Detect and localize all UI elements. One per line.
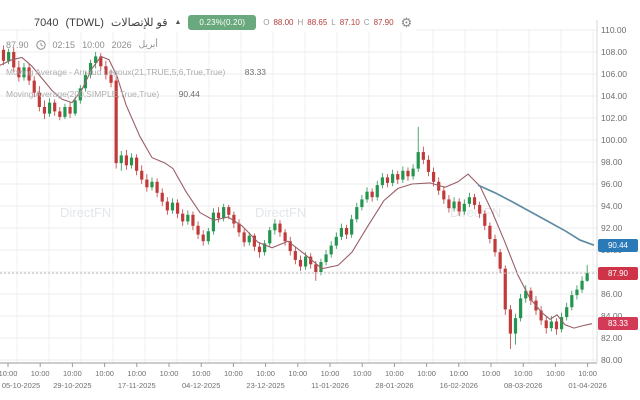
price-status-row: 87.90 02:15 10:00 2026 أبريل bbox=[6, 39, 158, 50]
svg-text:10:00: 10:00 bbox=[95, 369, 114, 378]
svg-text:82.00: 82.00 bbox=[601, 333, 623, 343]
svg-text:94.00: 94.00 bbox=[601, 201, 623, 211]
indicator-legend-alma[interactable]: Moving Average - Arnaud Legoux(21,TRUE,5… bbox=[6, 67, 266, 77]
svg-text:23-12-2025: 23-12-2025 bbox=[246, 381, 284, 390]
ohlc-readout: O 88.00 H 88.65 L 87.10 C 87.90 bbox=[263, 18, 393, 27]
svg-text:11-01-2026: 11-01-2026 bbox=[311, 381, 349, 390]
svg-text:10:00: 10:00 bbox=[224, 369, 243, 378]
candlestick-chart[interactable]: DirectFNDirectFNDirectFN80.0082.0084.008… bbox=[0, 0, 640, 400]
settings-gear-icon[interactable]: ⚙ bbox=[401, 16, 413, 29]
svg-text:04-12-2025: 04-12-2025 bbox=[182, 381, 220, 390]
chart-header: 7040 (TDWL) قو للإتصالات ▲ 0.23%(0.20) O… bbox=[34, 13, 416, 32]
indicator-legend-sma200[interactable]: Moving Average(200,SIMPLE,True,True) 90.… bbox=[6, 89, 200, 99]
high-value: 88.65 bbox=[307, 18, 327, 27]
gridlines bbox=[0, 30, 597, 363]
close-label: C bbox=[364, 18, 370, 27]
bar-month-arabic: أبريل bbox=[139, 39, 158, 50]
svg-text:08-03-2026: 08-03-2026 bbox=[504, 381, 542, 390]
svg-text:10:00: 10:00 bbox=[288, 369, 307, 378]
svg-text:10:00: 10:00 bbox=[449, 369, 468, 378]
symbol-code: 7040 bbox=[34, 17, 58, 29]
open-label: O bbox=[263, 18, 269, 27]
svg-text:05-10-2025: 05-10-2025 bbox=[2, 381, 40, 390]
indicator-value: 90.44 bbox=[179, 89, 200, 99]
svg-text:10:00: 10:00 bbox=[482, 369, 501, 378]
svg-text:10:00: 10:00 bbox=[63, 369, 82, 378]
exchange-code: (TDWL) bbox=[65, 17, 104, 29]
low-value: 87.10 bbox=[340, 18, 360, 27]
high-label: H bbox=[297, 18, 303, 27]
bar-year: 2026 bbox=[112, 40, 132, 50]
y-axis-labels[interactable]: 80.0082.0084.0086.0088.0090.0092.0094.00… bbox=[601, 25, 627, 365]
svg-text:96.00: 96.00 bbox=[601, 179, 623, 189]
svg-text:10:00: 10:00 bbox=[353, 369, 372, 378]
axis-badge-last-price: 87.90 bbox=[598, 267, 638, 280]
svg-text:10:00: 10:00 bbox=[321, 369, 340, 378]
svg-text:10:00: 10:00 bbox=[578, 369, 597, 378]
svg-text:10:00: 10:00 bbox=[417, 369, 436, 378]
indicator-label: Moving Average - Arnaud Legoux(21,TRUE,5… bbox=[6, 67, 225, 77]
svg-text:16-02-2026: 16-02-2026 bbox=[440, 381, 478, 390]
svg-text:86.00: 86.00 bbox=[601, 289, 623, 299]
svg-text:102.00: 102.00 bbox=[601, 113, 627, 123]
svg-text:106.00: 106.00 bbox=[601, 69, 627, 79]
svg-text:98.00: 98.00 bbox=[601, 157, 623, 167]
company-name-arabic: قو للإتصالات bbox=[111, 16, 168, 29]
svg-text:10:00: 10:00 bbox=[160, 369, 179, 378]
svg-text:110.00: 110.00 bbox=[601, 25, 627, 35]
svg-text:17-11-2025: 17-11-2025 bbox=[118, 381, 156, 390]
clock-icon bbox=[36, 40, 46, 50]
close-value: 87.90 bbox=[374, 18, 394, 27]
watermark: DirectFN bbox=[255, 205, 306, 220]
watermark: DirectFN bbox=[60, 205, 111, 220]
svg-text:10:00: 10:00 bbox=[192, 369, 211, 378]
svg-text:108.00: 108.00 bbox=[601, 47, 627, 57]
svg-text:28-01-2026: 28-01-2026 bbox=[375, 381, 413, 390]
svg-text:01-04-2026: 01-04-2026 bbox=[568, 381, 606, 390]
svg-text:10:00: 10:00 bbox=[546, 369, 565, 378]
svg-text:10:00: 10:00 bbox=[385, 369, 404, 378]
svg-text:10:00: 10:00 bbox=[31, 369, 50, 378]
svg-text:10:00: 10:00 bbox=[256, 369, 275, 378]
axis-badge-ma200: 90.44 bbox=[598, 239, 638, 252]
last-price-text: 87.90 bbox=[6, 40, 29, 50]
indicator-label: Moving Average(200,SIMPLE,True,True) bbox=[6, 89, 159, 99]
svg-text:104.00: 104.00 bbox=[601, 91, 627, 101]
svg-text:10:00: 10:00 bbox=[514, 369, 533, 378]
bar-time: 10:00 bbox=[82, 40, 105, 50]
svg-text:10:00: 10:00 bbox=[127, 369, 146, 378]
svg-text:92.00: 92.00 bbox=[601, 223, 623, 233]
indicator-value: 83.33 bbox=[245, 67, 266, 77]
session-countdown: 02:15 bbox=[53, 40, 76, 50]
x-axis-labels[interactable]: 10:00 10:00 10:00 10:00 10:00 10:00 10:00 10:00… bbox=[0, 363, 607, 390]
axis-badge-alma: 83.33 bbox=[598, 317, 638, 330]
up-arrow-icon: ▲ bbox=[174, 19, 181, 26]
svg-text:100.00: 100.00 bbox=[601, 135, 627, 145]
low-label: L bbox=[331, 18, 335, 27]
svg-text:10:00: 10:00 bbox=[0, 369, 17, 378]
svg-text:80.00: 80.00 bbox=[601, 355, 623, 365]
svg-text:29-10-2025: 29-10-2025 bbox=[53, 381, 91, 390]
change-percent-badge: 0.23%(0.20) bbox=[188, 15, 256, 30]
open-value: 88.00 bbox=[273, 18, 293, 27]
